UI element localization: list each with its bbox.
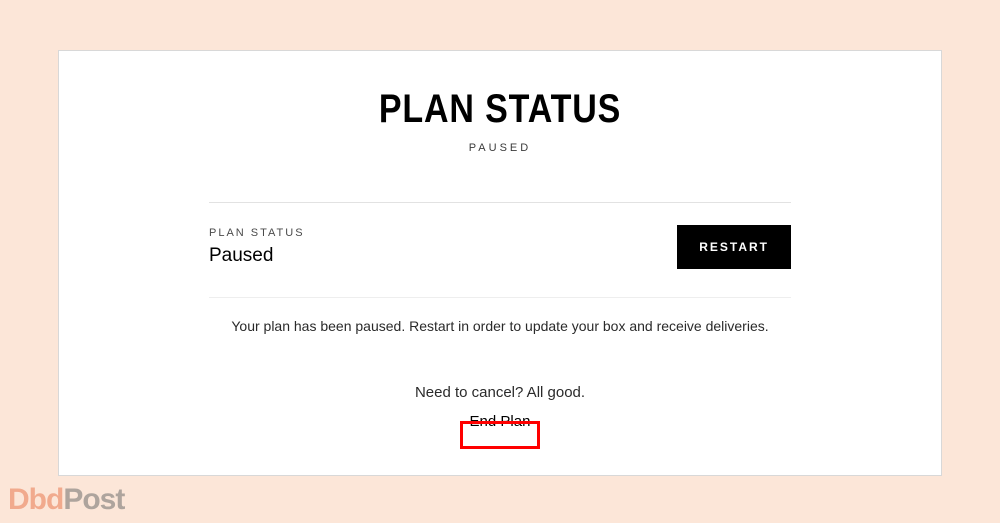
plan-status-card: PLAN STATUS PAUSED PLAN STATUS Paused RE…	[58, 50, 942, 476]
divider-bottom	[209, 297, 791, 298]
paused-message: Your plan has been paused. Restart in or…	[59, 318, 941, 334]
restart-button[interactable]: RESTART	[677, 225, 791, 269]
status-row: PLAN STATUS Paused RESTART	[209, 225, 791, 269]
watermark-part1: Dbd	[8, 483, 63, 516]
status-value: Paused	[209, 245, 305, 267]
page-subtitle: PAUSED	[59, 142, 941, 154]
watermark: DbdPost	[8, 483, 124, 517]
cancel-block: Need to cancel? All good. End Plan	[59, 384, 941, 434]
end-plan-link[interactable]: End Plan	[462, 409, 539, 434]
status-info: PLAN STATUS Paused	[209, 227, 305, 267]
page-title: PLAN STATUS	[125, 87, 875, 132]
status-label: PLAN STATUS	[209, 227, 305, 239]
watermark-part2: Post	[63, 483, 124, 516]
cancel-prompt: Need to cancel? All good.	[59, 384, 941, 401]
divider-top	[209, 202, 791, 203]
